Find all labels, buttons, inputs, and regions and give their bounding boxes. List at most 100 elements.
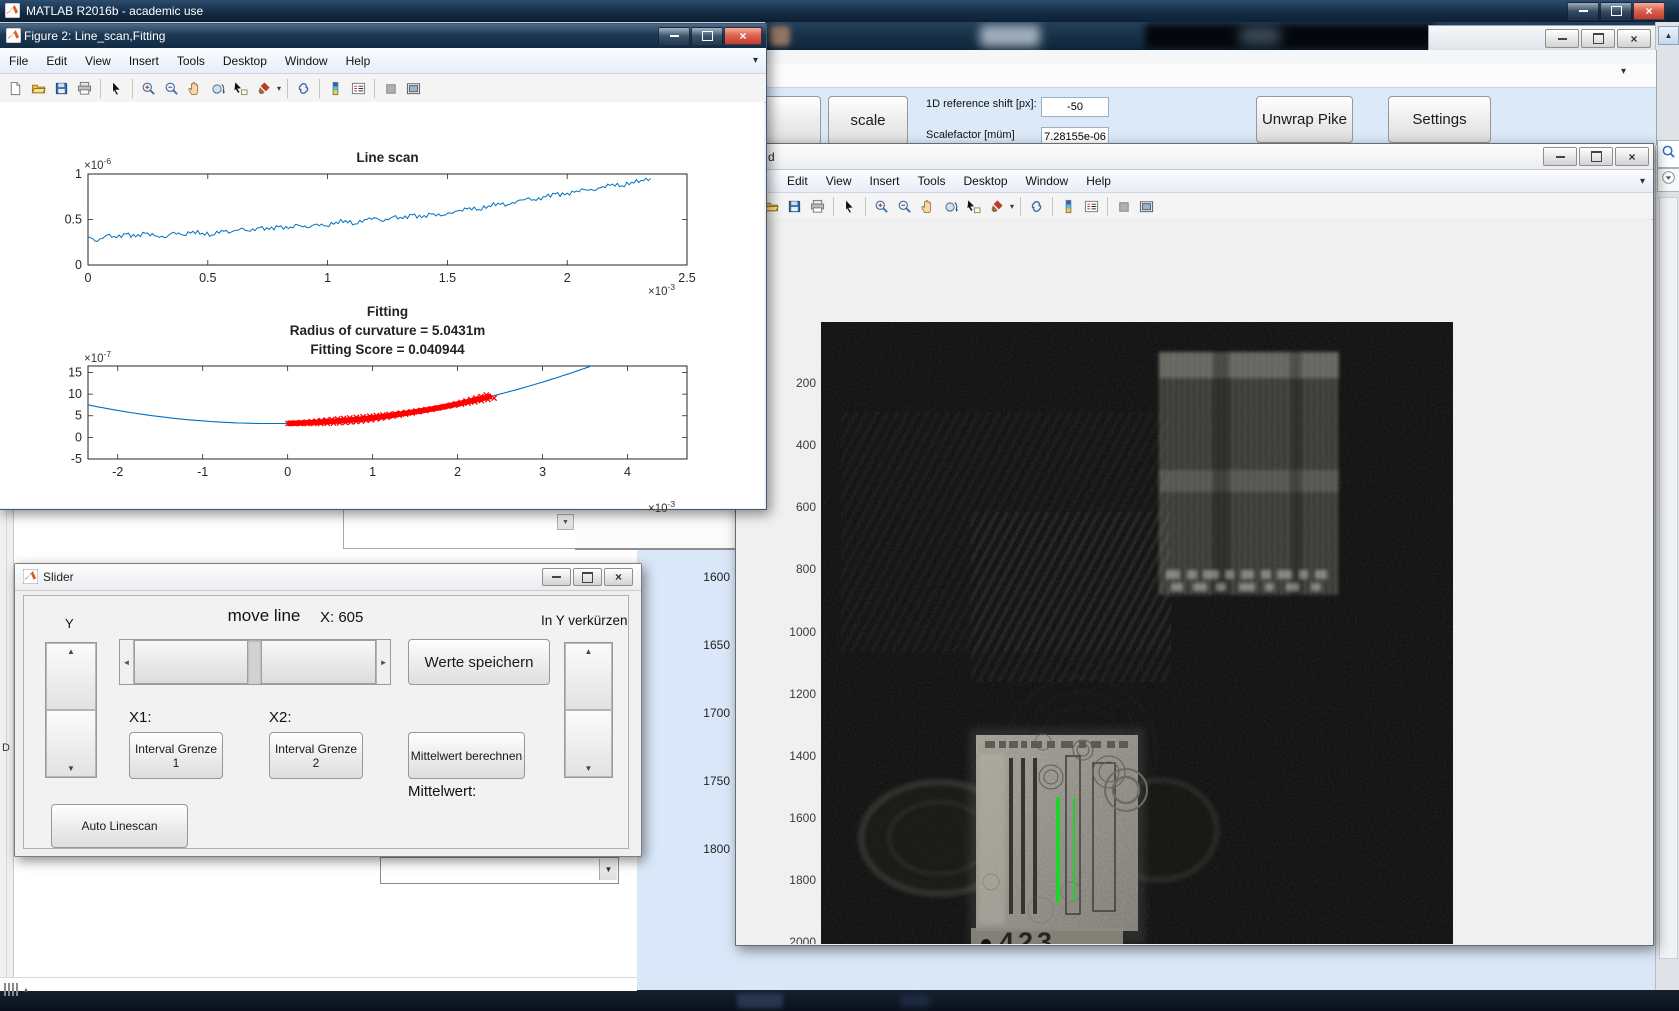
- toolbar-print-button[interactable]: [806, 195, 829, 218]
- ref-shift-input[interactable]: [1041, 97, 1109, 117]
- mittelwert-berechnen-button[interactable]: Mittelwert berechnen: [408, 732, 525, 779]
- menu-item-view[interactable]: View: [76, 50, 120, 72]
- figure2-close-button[interactable]: ×: [724, 27, 762, 45]
- brush-dropdown-caret[interactable]: ▾: [1010, 202, 1014, 211]
- toolbar-pan-hand-button[interactable]: [916, 195, 939, 218]
- interval-grenze2-button[interactable]: Interval Grenze 2: [269, 732, 363, 779]
- toolbar-brush-button[interactable]: [985, 195, 1008, 218]
- toolbar-dock-frame-button[interactable]: [402, 77, 425, 100]
- menu-item-desktop[interactable]: Desktop: [955, 170, 1017, 192]
- menu-item-window[interactable]: Window: [276, 50, 337, 72]
- background-combobox[interactable]: ▼: [380, 857, 619, 884]
- toolbar-print-button[interactable]: [73, 77, 96, 100]
- figure2-maximize-button[interactable]: [691, 27, 723, 45]
- taskbar[interactable]: [0, 990, 1679, 1011]
- settings-button[interactable]: Settings: [1388, 96, 1491, 143]
- toolbar-legend-button[interactable]: [1080, 195, 1103, 218]
- toolbar-zoom-in-button[interactable]: [870, 195, 893, 218]
- slider-trough[interactable]: [247, 640, 262, 684]
- bg-menubar-chevron[interactable]: ▾: [1621, 66, 1626, 77]
- menu-item-view[interactable]: View: [817, 170, 861, 192]
- main-close-button[interactable]: ×: [1633, 2, 1665, 20]
- toolbar-data-cursor-button[interactable]: [962, 195, 985, 218]
- figure2-titlebar[interactable]: Figure 2: Line_scan,Fitting ×: [0, 24, 766, 48]
- unwrap-pike-button[interactable]: Unwrap Pike: [1256, 96, 1353, 143]
- collapse-panel-button[interactable]: ▲: [1658, 26, 1679, 45]
- toolbar-link-button[interactable]: [292, 77, 315, 100]
- interval-grenze1-button[interactable]: Interval Grenze 1: [129, 732, 223, 779]
- menu-item-tools[interactable]: Tools: [168, 50, 214, 72]
- toolbar-brush-button[interactable]: [252, 77, 275, 100]
- combobox-arrow-button[interactable]: ▼: [599, 859, 617, 880]
- toolbar-save-button[interactable]: [50, 77, 73, 100]
- menu-item-edit[interactable]: Edit: [37, 50, 76, 72]
- toolbar-dock-button[interactable]: [379, 77, 402, 100]
- panel-scroll-track[interactable]: [1659, 197, 1678, 959]
- toolbar-open-folder-button[interactable]: [27, 77, 50, 100]
- toolbar-colorbar-button[interactable]: [1057, 195, 1080, 218]
- image-figure-close-button[interactable]: ×: [1615, 147, 1649, 166]
- toolbar-rotate-3d-button[interactable]: [939, 195, 962, 218]
- menubar-chevron[interactable]: ▾: [753, 55, 758, 66]
- y-slider-left-down-button[interactable]: ▼: [46, 710, 96, 777]
- toolbar-data-cursor-button[interactable]: [229, 77, 252, 100]
- slider-minimize-button[interactable]: [542, 568, 571, 586]
- slider-maximize-button[interactable]: [573, 568, 602, 586]
- move-line-slider[interactable]: ◄ ►: [119, 639, 391, 685]
- toolbar-colorbar-button[interactable]: [324, 77, 347, 100]
- toolbar-new-doc-button[interactable]: [4, 77, 27, 100]
- toolbar-zoom-out-button[interactable]: [160, 77, 183, 100]
- bg-window-close-button[interactable]: ×: [1617, 29, 1651, 48]
- toolbar-zoom-out-button[interactable]: [893, 195, 916, 218]
- toolbar-rotate-3d-button[interactable]: [206, 77, 229, 100]
- menu-item-help[interactable]: Help: [1077, 170, 1120, 192]
- menu-item-help[interactable]: Help: [337, 50, 380, 72]
- toolbar-save-button[interactable]: [783, 195, 806, 218]
- image-figure-minimize-button[interactable]: [1543, 147, 1577, 166]
- y-slider-left-up-button[interactable]: ▲: [46, 643, 96, 710]
- toolbar-dock-frame-button[interactable]: [1135, 195, 1158, 218]
- y-slider-right-up-button[interactable]: ▲: [565, 643, 612, 710]
- toolbar-legend-button[interactable]: [347, 77, 370, 100]
- slider-titlebar[interactable]: Slider ×: [15, 564, 641, 591]
- brush-dropdown-caret[interactable]: ▾: [277, 84, 281, 93]
- menu-item-file[interactable]: File: [0, 50, 37, 72]
- bg-window-maximize-button[interactable]: [1581, 29, 1615, 48]
- auto-linescan-button[interactable]: Auto Linescan: [51, 804, 188, 848]
- slider-left-arrow[interactable]: ◄: [120, 640, 134, 684]
- image-figure-titlebar[interactable]: d ×: [736, 144, 1653, 170]
- image-figure-maximize-button[interactable]: [1579, 147, 1613, 166]
- y-slider-right[interactable]: ▲ ▼: [564, 642, 613, 778]
- scale-button[interactable]: scale: [828, 96, 908, 145]
- toolbar-arrow-cursor-button[interactable]: [105, 77, 128, 100]
- menu-item-insert[interactable]: Insert: [860, 170, 908, 192]
- menu-item-tools[interactable]: Tools: [909, 170, 955, 192]
- main-minimize-button[interactable]: [1567, 2, 1599, 20]
- menu-item-window[interactable]: Window: [1017, 170, 1078, 192]
- menubar-chevron[interactable]: ▾: [1640, 176, 1645, 187]
- y-slider-right-down-button[interactable]: ▼: [565, 710, 612, 777]
- panel-dropdown-button[interactable]: [1657, 168, 1679, 192]
- bg-window-minimize-button[interactable]: [1545, 29, 1579, 48]
- main-maximize-button[interactable]: [1600, 2, 1632, 20]
- slider-close-button[interactable]: ×: [604, 568, 633, 586]
- toolbar-arrow-cursor-button[interactable]: [838, 195, 861, 218]
- toolbar-zoom-in-button[interactable]: [137, 77, 160, 100]
- menu-item-edit[interactable]: Edit: [778, 170, 817, 192]
- toolbar-dock-button[interactable]: [1112, 195, 1135, 218]
- figure2-minimize-button[interactable]: [658, 27, 690, 45]
- panel-grip[interactable]: ▴: [4, 981, 54, 997]
- menu-item-insert[interactable]: Insert: [120, 50, 168, 72]
- slider-right-arrow[interactable]: ►: [376, 640, 391, 684]
- speckle-image[interactable]: 423: [821, 322, 1453, 944]
- slider-thumb-left[interactable]: [133, 640, 248, 684]
- background-listbox[interactable]: ▼: [343, 509, 577, 549]
- toolbar-pan-hand-button[interactable]: [183, 77, 206, 100]
- slider-thumb-right[interactable]: [261, 640, 377, 684]
- listbox-scroll-button[interactable]: ▼: [557, 514, 574, 530]
- search-button[interactable]: [1657, 140, 1679, 168]
- werte-speichern-button[interactable]: Werte speichern: [408, 639, 550, 685]
- menu-item-desktop[interactable]: Desktop: [214, 50, 276, 72]
- toolbar-link-button[interactable]: [1025, 195, 1048, 218]
- y-slider-left[interactable]: ▲ ▼: [45, 642, 97, 778]
